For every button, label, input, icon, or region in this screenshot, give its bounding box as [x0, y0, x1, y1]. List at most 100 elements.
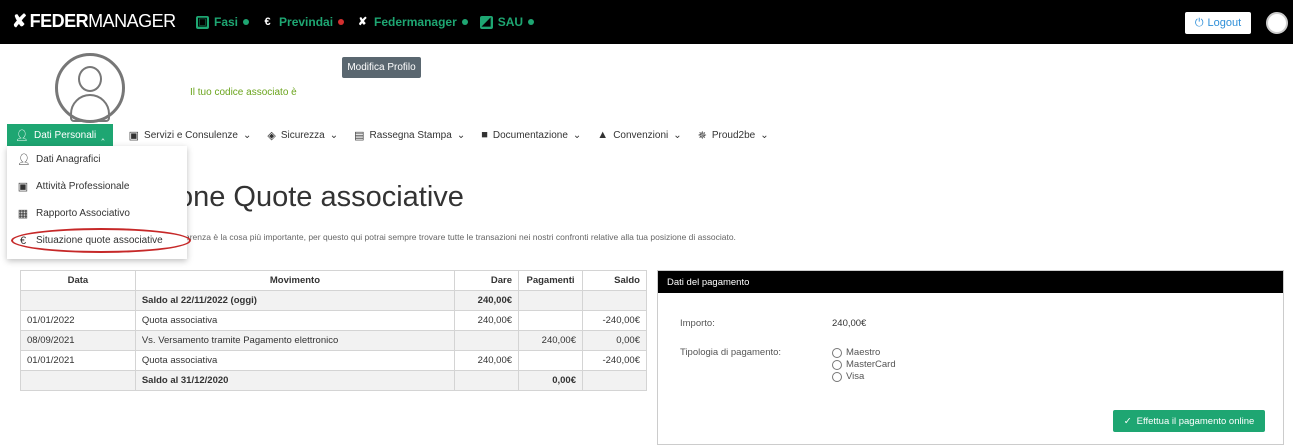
- brand-light-text: MANAGER: [88, 11, 176, 31]
- col-data: Data: [20, 270, 136, 291]
- nav-rassegna-stampa[interactable]: ▤ Rassegna Stampa ⌄: [346, 124, 473, 146]
- cell-data: 01/01/2022: [20, 310, 136, 331]
- newspaper-icon: ▤: [354, 129, 365, 142]
- page-title: zione Quote associative: [156, 181, 464, 213]
- toplink-federmanager[interactable]: ✘ Federmanager: [356, 15, 468, 29]
- shield-icon: ◈: [267, 129, 276, 142]
- user-icon: 👤︎: [17, 154, 31, 166]
- cell-movimento: Saldo al 31/12/2020: [134, 370, 456, 391]
- status-dot: [461, 19, 468, 25]
- menu-item-situazione-quote[interactable]: € Situazione quote associative: [7, 227, 187, 254]
- avatar-body-icon: [70, 94, 110, 122]
- table-row: 01/01/2021 Quota associativa 240,00€ -24…: [20, 350, 647, 371]
- chevron-down-icon: ⌄: [572, 129, 582, 141]
- radio-label: Maestro: [846, 347, 881, 358]
- nav-convenzioni[interactable]: ▲ Convenzioni ⌄: [589, 124, 689, 146]
- table-row: Saldo al 31/12/2020 0,00€: [20, 370, 647, 391]
- cell-dare: 240,00€: [454, 350, 520, 371]
- cell-pagamenti: [518, 310, 583, 331]
- nav-label: Documentazione: [492, 129, 568, 141]
- radio-circle-icon: [832, 371, 842, 382]
- nav-servizi-consulenze[interactable]: ▣ Servizi e Consulenze ⌄: [121, 124, 260, 146]
- radio-circle-icon: [832, 359, 842, 370]
- radio-label: Visa: [846, 371, 865, 382]
- cell-movimento: Saldo al 22/11/2022 (oggi): [134, 290, 456, 311]
- document-icon: ■: [481, 129, 488, 141]
- cell-movimento: Quota associativa: [134, 350, 456, 371]
- table-row: 08/09/2021 Vs. Versamento tramite Pagame…: [20, 330, 647, 351]
- page-intro: arenza è la cosa più importante, per que…: [185, 232, 736, 242]
- chevron-down-icon: ⌄: [329, 129, 339, 141]
- badge-icon: ✵: [697, 129, 707, 142]
- logout-label: Logout: [1207, 17, 1242, 29]
- sau-icon: ◢: [479, 15, 493, 29]
- table-row: Saldo al 22/11/2022 (oggi) 240,00€: [20, 290, 647, 311]
- chevron-down-icon: ⌄: [456, 129, 466, 141]
- codice-associato-label: Il tuo codice associato è: [190, 87, 297, 98]
- menu-item-label: Dati Anagrafici: [36, 154, 101, 165]
- col-pagamenti: Pagamenti: [518, 270, 583, 291]
- modifica-profilo-button[interactable]: Modifica Profilo: [342, 57, 421, 78]
- nav-sicurezza[interactable]: ◈ Sicurezza ⌄: [259, 124, 346, 146]
- toplink-fasi[interactable]: ▣ Fasi: [196, 15, 250, 29]
- toplink-label: Fasi: [214, 15, 239, 29]
- power-icon: ⏻: [1194, 16, 1204, 29]
- table-row: 01/01/2022 Quota associativa 240,00€ -24…: [20, 310, 647, 331]
- nav-label: Convenzioni: [613, 129, 669, 141]
- radio-mastercard[interactable]: MasterCard: [832, 359, 896, 370]
- payment-panel: Dati del pagamento Importo: 240,00€ Tipo…: [657, 270, 1284, 445]
- euro-icon: €: [19, 234, 27, 247]
- logout-button[interactable]: ⏻ Logout: [1185, 12, 1251, 34]
- payment-panel-title: Dati del pagamento: [658, 271, 1283, 293]
- brand-bold-text: FEDER: [29, 11, 89, 31]
- menu-item-dati-anagrafici[interactable]: 👤︎ Dati Anagrafici: [7, 146, 187, 173]
- cell-data: [20, 290, 136, 311]
- cell-pagamenti: 0,00€: [518, 370, 583, 391]
- status-dot: [338, 19, 345, 25]
- col-movimento: Movimento: [134, 270, 456, 291]
- nav-label: Rassegna Stampa: [369, 129, 452, 141]
- toplink-label: SAU: [497, 15, 524, 29]
- toplink-previndai[interactable]: € Previndai: [261, 15, 345, 29]
- user-icon: 👤︎: [15, 129, 29, 142]
- menu-item-attivita-professionale[interactable]: ▣ Attività Professionale: [7, 173, 187, 200]
- status-dot: [243, 19, 250, 25]
- nav-proud2be[interactable]: ✵ Proud2be ⌄: [690, 124, 777, 146]
- user-avatar-icon[interactable]: [1266, 12, 1288, 34]
- federmanager-icon: ✘: [357, 15, 368, 28]
- tipologia-label: Tipologia di pagamento:: [680, 347, 782, 358]
- nav-dati-personali[interactable]: 👤︎ Dati Personali ‸: [7, 124, 113, 146]
- check-icon: ✓: [1123, 415, 1132, 427]
- col-dare: Dare: [454, 270, 520, 291]
- radio-circle-icon: [832, 347, 842, 358]
- nav-label: Servizi e Consulenze: [144, 129, 238, 141]
- radio-visa[interactable]: Visa: [832, 371, 864, 382]
- col-saldo: Saldo: [582, 270, 647, 291]
- importo-label: Importo:: [680, 318, 715, 329]
- chevron-up-icon: ‸: [101, 129, 105, 141]
- cell-dare: [454, 330, 520, 351]
- briefcase-icon: ▣: [128, 129, 140, 142]
- cell-data: [20, 370, 136, 391]
- logo-mark-icon: ✘: [12, 11, 27, 31]
- cell-saldo: [582, 370, 647, 391]
- top-links: ▣ Fasi € Previndai ✘ Federmanager ◢ SAU: [196, 15, 535, 29]
- federmanager-logo[interactable]: ✘ FEDER MANAGER: [12, 11, 176, 32]
- cell-pagamenti: 240,00€: [518, 330, 583, 351]
- radio-maestro[interactable]: Maestro: [832, 347, 880, 358]
- toplink-sau[interactable]: ◢ SAU: [479, 15, 535, 29]
- cell-data: 01/01/2021: [20, 350, 136, 371]
- menu-item-rapporto-associativo[interactable]: ▦ Rapporto Associativo: [7, 200, 187, 227]
- top-bar: ✘ FEDER MANAGER ▣ Fasi € Previndai ✘ Fede…: [0, 0, 1293, 44]
- basket-icon: ▲: [597, 129, 609, 141]
- building-icon: ▦: [17, 208, 29, 220]
- chevron-down-icon: ⌄: [760, 129, 769, 141]
- menu-item-label: Rapporto Associativo: [36, 208, 130, 219]
- avatar-head-icon: [78, 66, 102, 92]
- pay-online-button[interactable]: ✓ Effettua il pagamento online: [1113, 410, 1265, 432]
- cell-data: 08/09/2021: [20, 330, 136, 351]
- pay-button-label: Effettua il pagamento online: [1136, 415, 1255, 427]
- cell-dare: 240,00€: [454, 310, 520, 331]
- nav-documentazione[interactable]: ■ Documentazione ⌄: [473, 124, 589, 146]
- status-dot: [528, 19, 535, 25]
